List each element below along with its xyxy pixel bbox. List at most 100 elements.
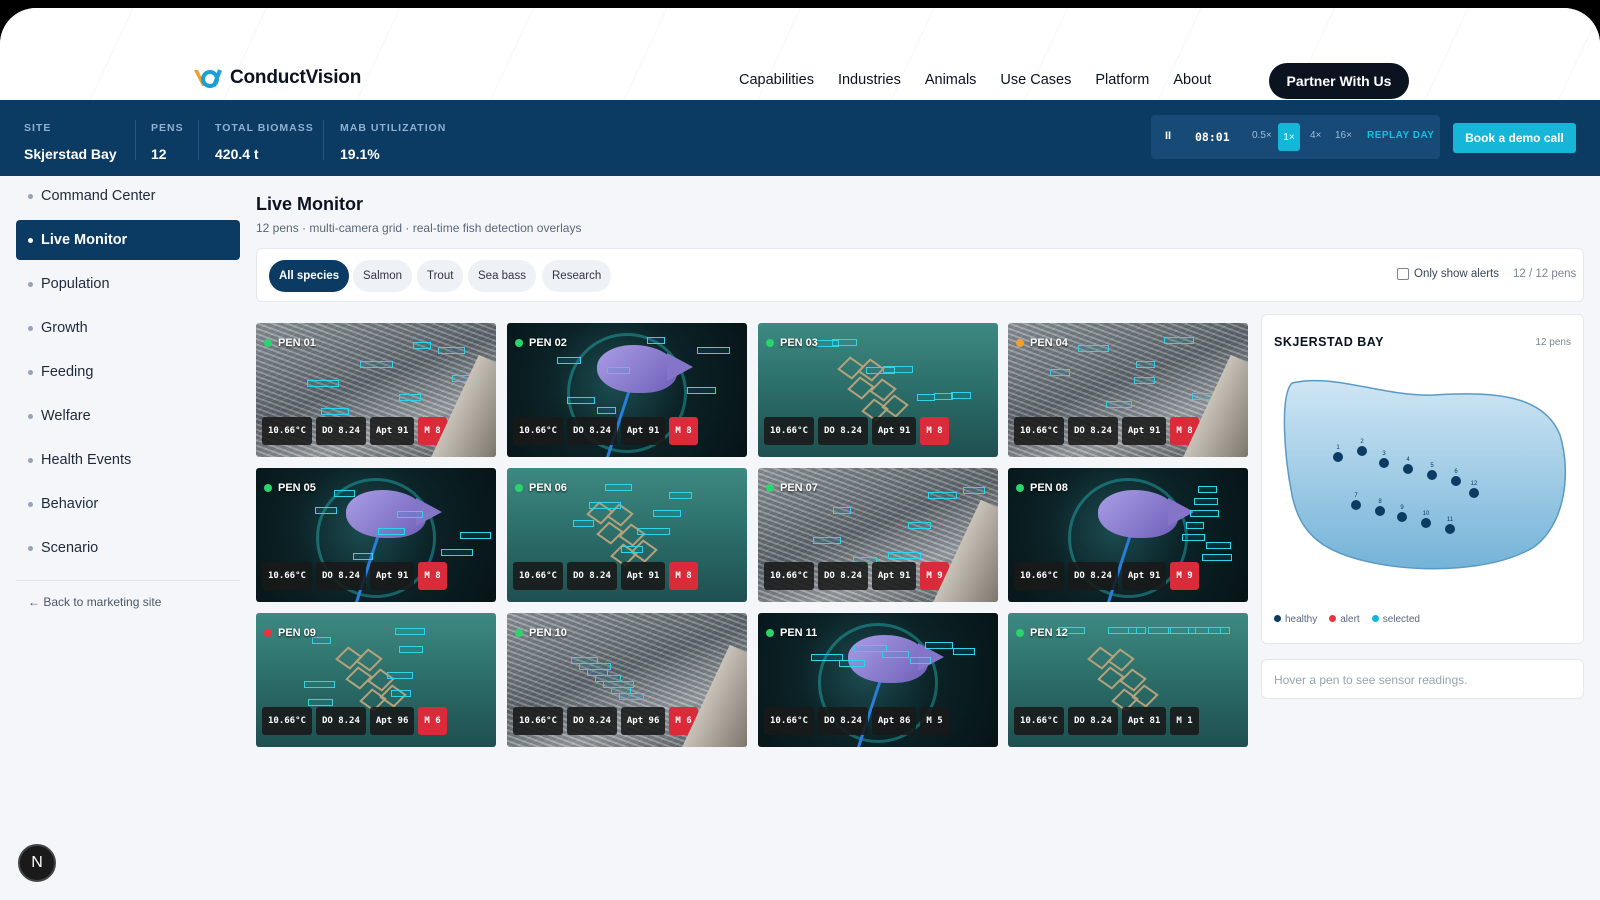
stat-label: MAB UTILIZATION xyxy=(340,122,447,134)
mortality-badge: M 8 xyxy=(1170,417,1199,445)
sidebar-item-behavior[interactable]: Behavior xyxy=(16,484,240,524)
sidebar-item-command-center[interactable]: Command Center xyxy=(16,176,240,216)
temperature-reading: 10.66°C xyxy=(764,417,814,445)
stat-label: TOTAL BIOMASS xyxy=(215,122,314,134)
partner-button[interactable]: Partner With Us xyxy=(1269,63,1409,99)
chip-research[interactable]: Research xyxy=(542,260,612,292)
appetite-reading: Apt 91 xyxy=(1121,562,1167,590)
nav-about[interactable]: About xyxy=(1173,72,1211,88)
replay-day-button[interactable]: REPLAY DAY xyxy=(1367,130,1434,141)
temperature-reading: 10.66°C xyxy=(513,707,563,735)
chip-all-species[interactable]: All species xyxy=(269,260,350,292)
appetite-reading: Apt 91 xyxy=(871,562,917,590)
pen-marker[interactable] xyxy=(1427,470,1437,480)
detection-box xyxy=(353,553,373,560)
detection-box xyxy=(438,347,465,354)
detection-box xyxy=(1202,554,1232,561)
sensor-readings: 10.66°C DO 8.24 Apt 91 M 8 xyxy=(262,417,447,445)
appetite-reading: Apt 91 xyxy=(620,417,666,445)
book-demo-button[interactable]: Book a demo call xyxy=(1453,123,1576,153)
nav-capabilities[interactable]: Capabilities xyxy=(739,72,814,88)
pause-icon[interactable]: II xyxy=(1165,130,1171,142)
dev-tools-button[interactable]: N xyxy=(18,844,56,882)
camera-tile[interactable]: PEN 04 10.66°C DO 8.24 Apt 91 M 8 xyxy=(1008,323,1248,457)
nav-industries[interactable]: Industries xyxy=(838,72,901,88)
detection-box xyxy=(1136,361,1155,368)
nav-platform[interactable]: Platform xyxy=(1095,72,1149,88)
camera-tile[interactable]: PEN 08 10.66°C DO 8.24 Apt 91 M 9 xyxy=(1008,468,1248,602)
camera-tile[interactable]: PEN 11 10.66°C DO 8.24 Apt 86 M 5 xyxy=(758,613,998,747)
speed-1x[interactable]: 1× xyxy=(1278,123,1300,151)
camera-tile[interactable]: PEN 12 10.66°C DO 8.24 Apt 81 M 1 xyxy=(1008,613,1248,747)
detection-box xyxy=(621,546,643,553)
camera-tile[interactable]: PEN 05 10.66°C DO 8.24 Apt 91 M 8 xyxy=(256,468,496,602)
brand-logo[interactable]: ConductVision xyxy=(192,66,361,90)
back-to-marketing-link[interactable]: ← Back to marketing site xyxy=(16,595,240,609)
only-alerts-checkbox[interactable] xyxy=(1397,268,1409,280)
chip-salmon[interactable]: Salmon xyxy=(353,260,412,292)
chip-sea-bass[interactable]: Sea bass xyxy=(468,260,536,292)
oxygen-reading: DO 8.24 xyxy=(817,562,868,590)
detection-box xyxy=(387,672,413,679)
pen-marker[interactable] xyxy=(1375,506,1385,516)
bullet-icon xyxy=(28,325,33,331)
camera-tile[interactable]: PEN 01 10.66°C DO 8.24 Apt 91 M 8 xyxy=(256,323,496,457)
detection-box xyxy=(399,646,423,653)
pen-name: PEN 11 xyxy=(780,627,818,639)
pen-marker[interactable] xyxy=(1379,458,1389,468)
pen-label: PEN 01 xyxy=(264,337,316,349)
only-alerts-toggle[interactable]: Only show alerts xyxy=(1397,268,1499,280)
detection-box xyxy=(866,367,895,374)
pen-marker[interactable] xyxy=(1403,464,1413,474)
pen-marker[interactable] xyxy=(1333,452,1343,462)
speed-16x[interactable]: 16× xyxy=(1335,130,1352,141)
pen-marker[interactable] xyxy=(1357,446,1367,456)
pen-marker[interactable] xyxy=(1421,518,1431,528)
speed-0-5x[interactable]: 0.5× xyxy=(1252,130,1272,141)
camera-tile[interactable]: PEN 09 10.66°C DO 8.24 Apt 96 M 6 xyxy=(256,613,496,747)
sidebar-item-live-monitor[interactable]: Live Monitor xyxy=(16,220,240,260)
sidebar-item-welfare[interactable]: Welfare xyxy=(16,396,240,436)
camera-tile[interactable]: PEN 07 10.66°C DO 8.24 Apt 91 M 9 xyxy=(758,468,998,602)
sidebar-item-growth[interactable]: Growth xyxy=(16,308,240,348)
sidebar-item-scenario[interactable]: Scenario xyxy=(16,528,240,568)
pen-label: PEN 09 xyxy=(264,627,316,639)
pen-label: PEN 03 xyxy=(766,337,818,349)
pen-marker[interactable] xyxy=(1469,488,1479,498)
camera-tile[interactable]: PEN 03 10.66°C DO 8.24 Apt 91 M 8 xyxy=(758,323,998,457)
sidebar-item-population[interactable]: Population xyxy=(16,264,240,304)
legend-healthy: healthy xyxy=(1274,614,1317,625)
legend-label: alert xyxy=(1340,614,1360,625)
sidebar-item-health-events[interactable]: Health Events xyxy=(16,440,240,480)
speed-4x[interactable]: 4× xyxy=(1310,130,1321,141)
camera-tile[interactable]: PEN 06 10.66°C DO 8.24 Apt 91 M 8 xyxy=(507,468,747,602)
sidebar-item-label: Live Monitor xyxy=(41,232,128,248)
nav-use-cases[interactable]: Use Cases xyxy=(1000,72,1071,88)
chip-trout[interactable]: Trout xyxy=(417,260,464,292)
pen-marker[interactable] xyxy=(1351,500,1361,510)
pen-marker[interactable] xyxy=(1451,476,1461,486)
pen-marker[interactable] xyxy=(1397,512,1407,522)
nav-animals[interactable]: Animals xyxy=(925,72,977,88)
detection-box xyxy=(378,528,405,535)
mortality-badge: M 8 xyxy=(669,562,698,590)
detection-box xyxy=(653,510,681,517)
camera-tile[interactable]: PEN 10 10.66°C DO 8.24 Apt 96 M 6 xyxy=(507,613,747,747)
detection-box xyxy=(1050,369,1070,376)
camera-tile[interactable]: PEN 02 10.66°C DO 8.24 Apt 91 M 8 xyxy=(507,323,747,457)
legend-label: healthy xyxy=(1285,614,1318,625)
status-dot-icon xyxy=(515,339,523,347)
stat-mab: MAB UTILIZATION 19.1% xyxy=(340,122,446,162)
sidebar-item-feeding[interactable]: Feeding xyxy=(16,352,240,392)
status-dot-icon xyxy=(515,484,523,492)
pen-label: PEN 05 xyxy=(264,482,316,494)
detection-box xyxy=(917,394,935,401)
pen-marker[interactable] xyxy=(1445,524,1455,534)
temperature-reading: 10.66°C xyxy=(262,417,312,445)
pen-marker-label: 10 xyxy=(1423,511,1430,517)
map-title: SKJERSTAD BAY xyxy=(1274,335,1384,349)
oxygen-reading: DO 8.24 xyxy=(817,707,868,735)
detection-box xyxy=(589,502,621,509)
detection-box xyxy=(413,342,431,349)
sidebar-item-label: Health Events xyxy=(41,452,132,468)
